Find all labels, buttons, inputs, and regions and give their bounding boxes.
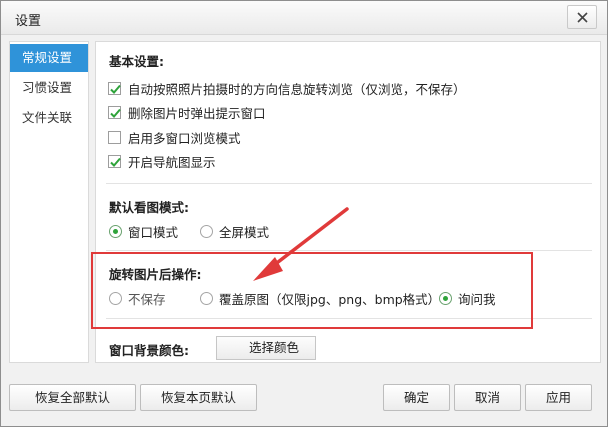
multi-window-checkbox[interactable] — [108, 130, 121, 144]
restore-all-defaults-button[interactable]: 恢复全部默认 — [9, 384, 136, 411]
checkmark-icon — [110, 84, 121, 94]
delete-prompt-label: 删除图片时弹出提示窗口 — [128, 105, 266, 121]
close-icon — [577, 12, 588, 23]
sidebar-item-file-association[interactable]: 文件关联 — [10, 104, 88, 132]
auto-rotate-label: 自动按照照片拍摄时的方向信息旋转浏览（仅浏览，不保存） — [128, 81, 466, 97]
checkmark-icon — [110, 157, 121, 167]
delete-prompt-checkbox[interactable] — [108, 105, 121, 119]
fullscreen-mode-radio[interactable] — [200, 224, 213, 238]
auto-rotate-checkbox[interactable] — [108, 81, 121, 95]
sidebar-item-general[interactable]: 常规设置 — [10, 44, 88, 72]
sidebar: 常规设置 习惯设置 文件关联 — [9, 41, 89, 363]
cancel-button[interactable]: 取消 — [454, 384, 521, 411]
ok-button[interactable]: 确定 — [383, 384, 450, 411]
sidebar-item-habits[interactable]: 习惯设置 — [10, 74, 88, 102]
option-window-mode[interactable]: 窗口模式 — [109, 222, 178, 240]
checkmark-icon — [110, 108, 121, 118]
annotation-highlight-box — [91, 252, 533, 329]
divider — [106, 250, 592, 251]
pick-color-button[interactable]: 选择颜色 — [216, 336, 316, 360]
close-button[interactable] — [567, 5, 597, 29]
option-navigator[interactable]: 开启导航图显示 — [108, 152, 216, 170]
option-auto-rotate[interactable]: 自动按照照片拍摄时的方向信息旋转浏览（仅浏览，不保存） — [108, 79, 466, 97]
background-color-title: 窗口背景颜色: — [109, 343, 189, 358]
navigator-checkbox[interactable] — [108, 154, 121, 168]
navigator-label: 开启导航图显示 — [128, 154, 216, 170]
window-mode-label: 窗口模式 — [128, 224, 179, 240]
window-mode-radio[interactable] — [109, 224, 122, 238]
title-bar: 设置 — [1, 1, 607, 35]
apply-button[interactable]: 应用 — [525, 384, 592, 411]
option-multi-window[interactable]: 启用多窗口浏览模式 — [108, 128, 241, 146]
view-mode-title: 默认看图模式: — [109, 200, 189, 215]
settings-dialog: 设置 常规设置 习惯设置 文件关联 基本设置: 自动按照照片拍摄时的方向信息旋转… — [0, 0, 608, 427]
basic-settings-title: 基本设置: — [109, 54, 164, 69]
window-title: 设置 — [15, 14, 42, 29]
divider — [106, 183, 592, 184]
multi-window-label: 启用多窗口浏览模式 — [128, 130, 241, 146]
option-delete-prompt[interactable]: 删除图片时弹出提示窗口 — [108, 103, 266, 121]
restore-page-defaults-button[interactable]: 恢复本页默认 — [140, 384, 257, 411]
option-fullscreen-mode[interactable]: 全屏模式 — [200, 222, 269, 240]
fullscreen-mode-label: 全屏模式 — [219, 224, 270, 240]
